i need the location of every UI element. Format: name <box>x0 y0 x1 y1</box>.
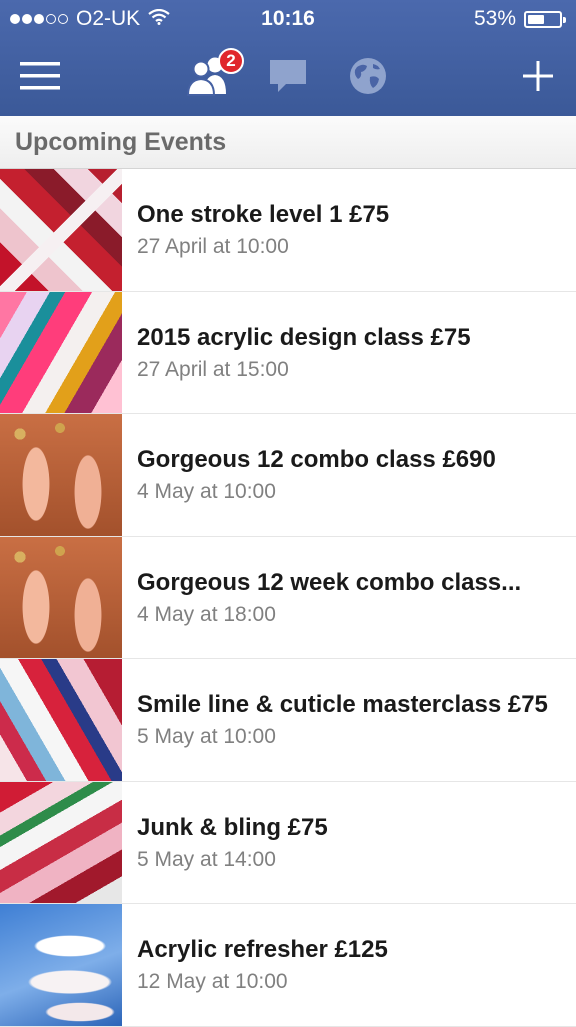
globe-notifications-icon[interactable] <box>348 54 388 98</box>
event-row[interactable]: One stroke level 1 £75 27 April at 10:00 <box>0 169 576 292</box>
event-row[interactable]: Gorgeous 12 combo class £690 4 May at 10… <box>0 414 576 537</box>
friend-requests-button[interactable]: 2 <box>186 48 244 98</box>
event-thumbnail <box>0 169 122 291</box>
event-thumbnail <box>0 781 122 903</box>
battery-percentage: 53% <box>473 7 516 30</box>
hamburger-menu-icon[interactable] <box>20 54 60 98</box>
top-bar: O2-UK 10:16 53% 2 <box>0 0 576 116</box>
battery-icon <box>524 10 566 28</box>
event-thumbnail <box>0 291 122 413</box>
event-row[interactable]: Gorgeous 12 week combo class... 4 May at… <box>0 536 576 659</box>
event-time: 5 May at 14:00 <box>137 847 276 871</box>
event-time: 5 May at 10:00 <box>137 725 276 748</box>
friend-requests-badge: 2 <box>218 48 244 74</box>
event-thumbnail <box>0 659 122 781</box>
navigation-bar: 2 <box>0 38 576 116</box>
section-header: Upcoming Events <box>0 116 576 169</box>
event-time: 27 April at 10:00 <box>137 235 289 258</box>
event-time: 4 May at 10:00 <box>137 480 276 503</box>
event-thumbnail <box>0 414 122 536</box>
event-time: 4 May at 18:00 <box>137 602 276 626</box>
event-row[interactable]: Smile line & cuticle masterclass £75 5 M… <box>0 659 576 782</box>
event-list: One stroke level 1 £75 27 April at 10:00… <box>0 169 576 1027</box>
messages-icon[interactable] <box>268 54 308 98</box>
status-bar: O2-UK 10:16 53% <box>0 0 576 38</box>
event-title: Gorgeous 12 week combo class... <box>137 568 522 596</box>
event-title: Acrylic refresher £125 <box>137 936 388 963</box>
event-row[interactable]: Acrylic refresher £125 12 May at 10:00 <box>0 904 576 1027</box>
section-title: Upcoming Events <box>15 128 227 156</box>
event-row[interactable]: Junk & bling £75 5 May at 14:00 <box>0 781 576 904</box>
event-title: Junk & bling £75 <box>137 813 328 841</box>
event-title: Gorgeous 12 combo class £690 <box>137 446 496 473</box>
event-time: 27 April at 15:00 <box>137 357 289 381</box>
event-title: Smile line & cuticle masterclass £75 <box>137 691 548 718</box>
plus-icon[interactable] <box>522 54 554 98</box>
event-thumbnail <box>0 536 122 658</box>
event-title: One stroke level 1 £75 <box>137 201 390 228</box>
event-thumbnail <box>0 904 122 1026</box>
event-title: 2015 acrylic design class £75 <box>137 323 471 351</box>
event-row[interactable]: 2015 acrylic design class £75 27 April a… <box>0 291 576 414</box>
event-time: 12 May at 10:00 <box>137 970 288 993</box>
